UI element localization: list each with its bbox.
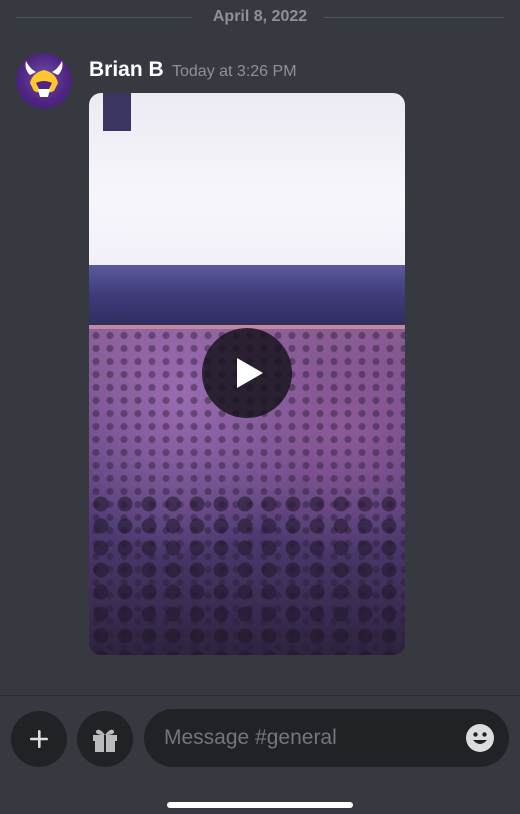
add-attachment-button[interactable] — [11, 711, 67, 767]
video-attachment[interactable] — [89, 93, 405, 655]
message-author[interactable]: Brian B — [89, 58, 164, 82]
avatar[interactable] — [16, 53, 72, 109]
message-timestamp: Today at 3:26 PM — [172, 63, 297, 80]
date-divider: April 8, 2022 — [0, 6, 520, 28]
date-divider-line-right — [324, 17, 504, 18]
video-frame-stage-screen — [89, 93, 405, 271]
vikings-helmet-icon — [25, 61, 63, 97]
plus-icon — [30, 730, 48, 748]
play-button[interactable] — [202, 328, 292, 418]
play-icon — [237, 358, 263, 388]
composer-divider — [0, 695, 520, 696]
message-input[interactable]: Message #general — [144, 709, 509, 767]
gift-icon — [93, 729, 117, 752]
video-frame-crowd-foreground — [89, 493, 405, 655]
smiley-emoji-icon[interactable] — [465, 723, 495, 753]
gift-button[interactable] — [77, 711, 133, 767]
message-input-placeholder: Message #general — [164, 726, 337, 749]
home-indicator[interactable] — [167, 802, 353, 808]
video-frame-speaker — [103, 93, 131, 131]
